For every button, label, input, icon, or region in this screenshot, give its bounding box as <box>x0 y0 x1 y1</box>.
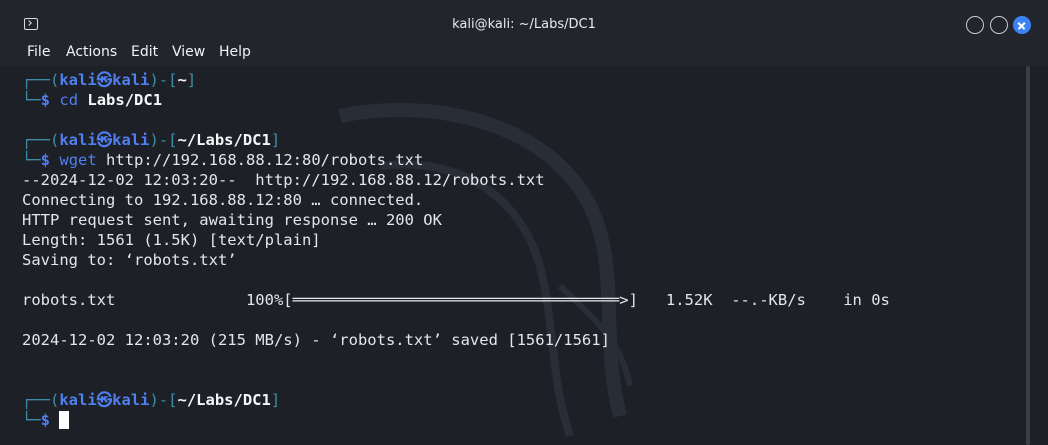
prompt-directory: ~/Labs/DC1 <box>177 131 271 149</box>
prompt-line-1: ┌──(kali㉿kali)-[~] <box>22 70 196 90</box>
minimize-button[interactable] <box>966 16 984 34</box>
prompt-corner: ┌──( <box>22 131 60 149</box>
menu-actions[interactable]: Actions <box>66 44 117 60</box>
output-line: Length: 1561 (1.5K) [text/plain] <box>22 231 321 249</box>
title-bar[interactable]: kali@kali: ~/Labs/DC1 <box>0 0 1048 40</box>
prompt-close: ] <box>270 131 281 149</box>
terminal-window: kali@kali: ~/Labs/DC1 File Actions Edit … <box>0 0 1048 445</box>
close-button[interactable] <box>1013 16 1031 34</box>
prompt-corner: ┌──( <box>22 71 60 89</box>
menu-file[interactable]: File <box>27 44 50 60</box>
prompt-close: ] <box>270 391 281 409</box>
output-line: Saving to: ‘robots.txt’ <box>22 251 237 269</box>
kali-dragon-watermark-icon <box>338 103 633 438</box>
output-line: HTTP request sent, awaiting response … 2… <box>22 211 442 229</box>
prompt-corner-bottom: └─ <box>22 411 41 429</box>
prompt-corner-bottom: └─ <box>22 91 41 109</box>
prompt-separator: )-[ <box>149 131 178 149</box>
prompt-host: kali <box>112 391 150 409</box>
prompt-separator: )-[ <box>149 71 178 89</box>
saved-status-line: 2024-12-02 12:03:20 (215 MB/s) - ‘robots… <box>22 331 610 349</box>
command-line-2: └─$ wget http://192.168.88.12:80/robots.… <box>22 150 423 170</box>
prompt-close: ] <box>186 71 197 89</box>
prompt-separator: )-[ <box>149 391 178 409</box>
menu-bar: File Actions Edit View Help <box>0 40 1048 66</box>
text-cursor <box>59 411 70 429</box>
window-title: kali@kali: ~/Labs/DC1 <box>452 17 596 32</box>
prompt-corner: ┌──( <box>22 391 60 409</box>
prompt-user: kali <box>59 71 97 89</box>
vertical-scrollbar[interactable] <box>1026 66 1030 445</box>
prompt-at-icon: ㉿ <box>96 71 113 89</box>
terminal-output[interactable]: ┌──(kali㉿kali)-[~] └─$ cd Labs/DC1 ┌──(k… <box>0 66 1048 445</box>
maximize-button[interactable] <box>990 16 1008 34</box>
prompt-directory: ~/Labs/DC1 <box>177 391 271 409</box>
download-progress-line: robots.txt 100%[════════════════════════… <box>22 291 890 309</box>
prompt-user: kali <box>59 391 97 409</box>
prompt-host: kali <box>112 131 150 149</box>
command-argument: Labs/DC1 <box>87 91 163 109</box>
command-argument: http://192.168.88.12:80/robots.txt <box>106 151 424 169</box>
prompt-user: kali <box>59 131 97 149</box>
prompt-line-3: ┌──(kali㉿kali)-[~/Labs/DC1] <box>22 390 280 410</box>
prompt-dollar: $ <box>40 151 51 169</box>
prompt-line-2: ┌──(kali㉿kali)-[~/Labs/DC1] <box>22 130 280 150</box>
command-name: cd <box>59 91 79 109</box>
command-line-1: └─$ cd Labs/DC1 <box>22 90 162 110</box>
menu-view[interactable]: View <box>172 44 205 60</box>
prompt-host: kali <box>112 71 150 89</box>
prompt-directory: ~ <box>177 71 187 89</box>
menu-help[interactable]: Help <box>219 44 251 60</box>
prompt-dollar: $ <box>40 411 51 429</box>
output-line: --2024-12-02 12:03:20-- http://192.168.8… <box>22 171 545 189</box>
prompt-dollar: $ <box>40 91 51 109</box>
command-line-3[interactable]: └─$ <box>22 410 70 430</box>
command-name: wget <box>59 151 97 169</box>
prompt-at-icon: ㉿ <box>96 391 113 409</box>
prompt-corner-bottom: └─ <box>22 151 41 169</box>
menu-edit[interactable]: Edit <box>131 44 158 60</box>
output-line: Connecting to 192.168.88.12:80 … connect… <box>22 191 424 209</box>
prompt-at-icon: ㉿ <box>96 131 113 149</box>
